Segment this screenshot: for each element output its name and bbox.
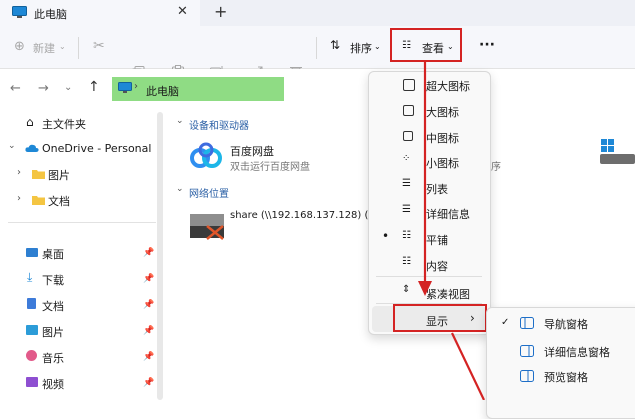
annotation-arrows [418, 62, 485, 400]
